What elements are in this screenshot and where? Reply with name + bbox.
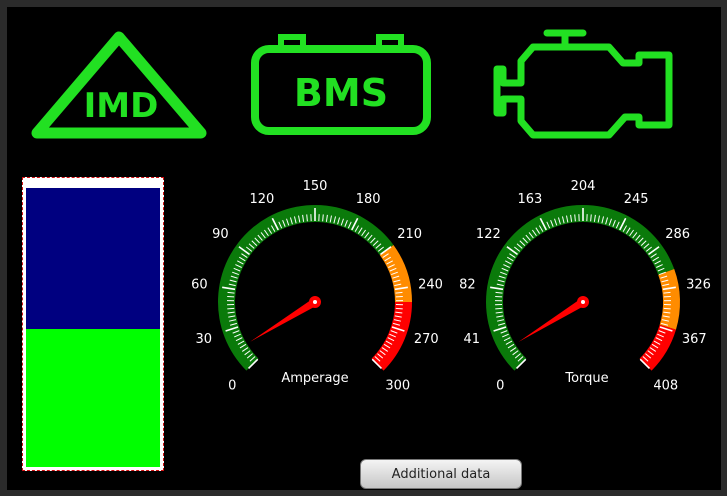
torque-minor-tick xyxy=(590,214,592,222)
dashboard-panel: IMD BMS 0 30 60 90 120 150 180 210 240 270 300 Amp… xyxy=(7,7,721,490)
torque-tick-label: 245 xyxy=(624,192,649,207)
amperage-tick-label: 240 xyxy=(418,278,443,293)
amperage-tick-label: 270 xyxy=(414,332,439,347)
torque-tick-label: 163 xyxy=(517,192,542,207)
level-bar-cap xyxy=(25,180,161,188)
amperage-tick-label: 60 xyxy=(191,278,208,293)
amperage-tick-label: 90 xyxy=(212,227,229,242)
torque-hub-dot xyxy=(581,300,585,304)
torque-minor-tick xyxy=(495,307,503,310)
torque-zones xyxy=(486,205,680,371)
torque-tick-label: 122 xyxy=(476,227,501,242)
amperage-minor-tick xyxy=(322,214,324,222)
amperage-label: Amperage xyxy=(281,371,348,386)
amperage-zones xyxy=(217,204,412,371)
torque-tick-label: 286 xyxy=(665,227,690,242)
amperage-tick-label: 150 xyxy=(303,179,328,194)
torque-tick-label: 41 xyxy=(463,332,480,347)
torque-tick-label: 204 xyxy=(571,179,596,194)
level-bar xyxy=(22,177,164,471)
imd-warning-icon: IMD xyxy=(31,31,207,139)
amperage-hub-dot xyxy=(313,300,317,304)
amperage-gauge: 0 30 60 90 120 150 180 210 240 270 300 Amperage xyxy=(191,179,443,394)
amperage-minor-tick xyxy=(306,214,308,222)
torque-gauge: 0 41 82 122 163 204 245 286 326 367 408 Torque xyxy=(459,179,711,394)
torque-minor-tick xyxy=(663,307,671,310)
torque-minor-tick xyxy=(574,214,576,222)
amperage-tick-label: 120 xyxy=(249,192,274,207)
amperage-minor-tick xyxy=(395,307,403,310)
torque-zone-0 xyxy=(486,205,675,371)
amperage-tick-label: 210 xyxy=(397,227,422,242)
torque-tick-label: 367 xyxy=(682,332,707,347)
torque-tick-label: 82 xyxy=(459,278,476,293)
amperage-zone-2 xyxy=(371,302,412,371)
amperage-tick-label: 30 xyxy=(195,332,212,347)
torque-tick-label: 408 xyxy=(653,379,678,394)
amperage-needle xyxy=(250,298,318,342)
torque-tick-label: 0 xyxy=(496,379,504,394)
bms-label: BMS xyxy=(294,71,388,115)
torque-needle xyxy=(518,298,586,343)
amperage-minor-tick xyxy=(227,307,235,310)
level-bar-fill xyxy=(26,186,160,467)
amperage-tick-label: 300 xyxy=(385,379,410,394)
imd-label: IMD xyxy=(84,86,159,126)
torque-label: Torque xyxy=(564,371,608,386)
level-bar-empty-portion xyxy=(26,186,160,330)
amperage-tick-label: 0 xyxy=(228,379,236,394)
bms-battery-icon: BMS xyxy=(251,34,431,135)
additional-data-button[interactable]: Additional data xyxy=(360,459,522,489)
amperage-tick-label: 180 xyxy=(356,192,381,207)
torque-tick-label: 326 xyxy=(686,278,711,293)
engine-icon xyxy=(493,29,673,139)
